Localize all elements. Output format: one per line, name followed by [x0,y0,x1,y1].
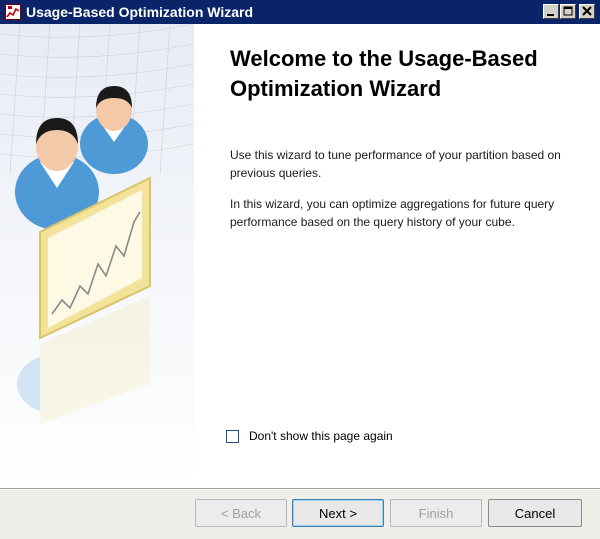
wizard-banner [0,24,194,488]
users-chart-illustration [0,24,194,424]
window-title: Usage-Based Optimization Wizard [26,4,254,20]
wizard-window: Usage-Based Optimization Wizard Welcome … [0,0,600,539]
dont-show-again-option[interactable]: Don't show this page again [226,427,393,445]
cancel-button[interactable]: Cancel [488,499,582,527]
dont-show-again-checkbox[interactable] [226,429,239,443]
intro-paragraph: Use this wizard to tune performance of y… [230,148,561,180]
title-bar[interactable]: Usage-Based Optimization Wizard [0,0,600,24]
details-paragraph: In this wizard, you can optimize aggrega… [230,197,555,229]
maximize-icon [563,6,573,16]
close-button[interactable] [579,4,595,19]
maximize-button[interactable] [560,4,576,19]
back-button[interactable]: < Back [195,499,287,527]
minimize-icon [547,14,554,16]
minimize-button[interactable] [543,4,559,19]
close-icon [582,6,592,16]
welcome-heading: Welcome to the Usage-Based Optimization … [230,46,538,101]
person-back-icon [80,86,148,174]
finish-button[interactable]: Finish [390,499,482,527]
next-button[interactable]: Next > [292,499,384,527]
app-icon [5,4,21,20]
dont-show-again-label: Don't show this page again [249,429,393,443]
